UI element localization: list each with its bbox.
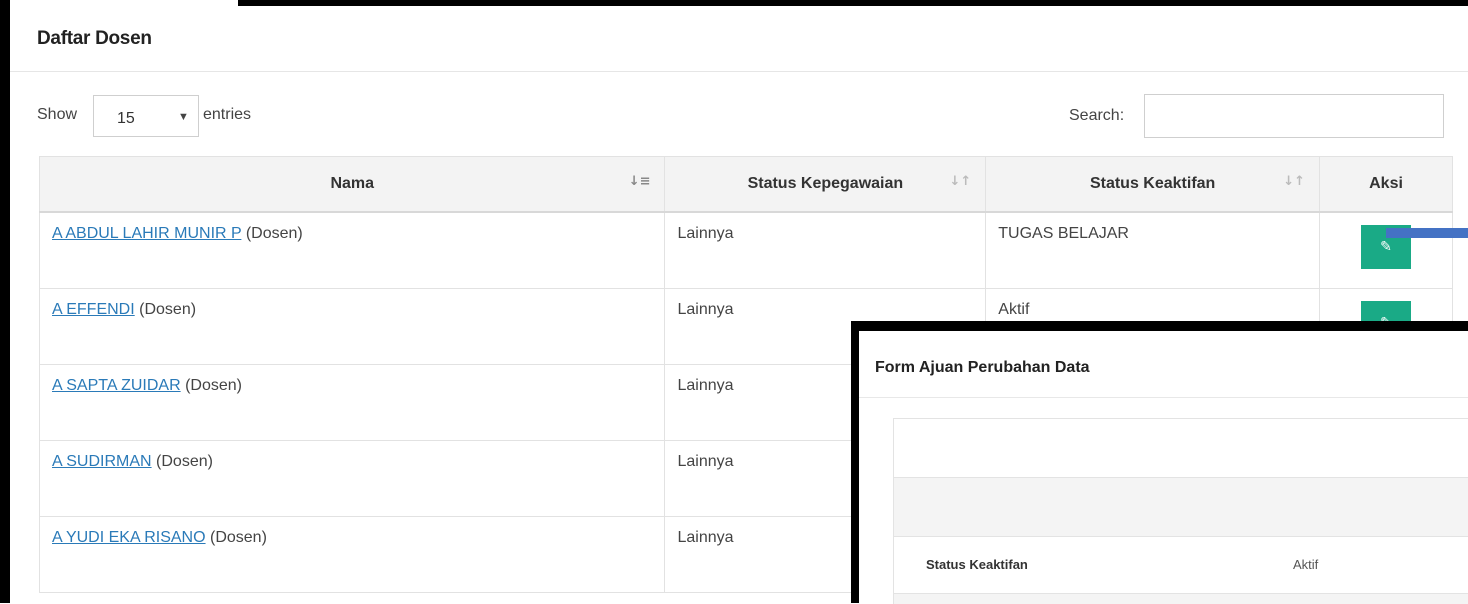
cell-nama: A ABDUL LAHIR MUNIR P (Dosen)	[38, 211, 666, 289]
cell-nama: A YUDI EKA RISANO (Dosen)	[38, 515, 666, 593]
entries-select-value: 15	[117, 110, 135, 127]
column-header-status-kepegawaian[interactable]: Status Kepegawaian ↓↑	[664, 156, 987, 213]
column-header-label: Nama	[330, 175, 375, 192]
column-header-nama[interactable]: Nama ↓≡	[38, 156, 666, 213]
column-header-label: Aksi	[1369, 175, 1403, 192]
show-label: Show	[37, 106, 78, 123]
modal-row-status-keaktifan: Status Keaktifan Aktif	[894, 537, 1468, 594]
entries-select[interactable]: 15 ▼	[93, 95, 199, 137]
entries-label: entries	[203, 106, 252, 123]
dosen-name-link[interactable]: A SUDIRMAN	[52, 453, 152, 470]
modal-header: Form Ajuan Perubahan Data	[859, 331, 1468, 398]
column-header-label: Status Keaktifan	[1089, 175, 1216, 192]
sort-ascending-icon: ↓≡	[628, 174, 651, 189]
modal-detail-table: Status Keaktifan Aktif	[893, 418, 1468, 604]
dosen-name-link[interactable]: A EFFENDI	[52, 301, 135, 318]
cell-aksi: ✎	[1319, 211, 1453, 289]
modal-field-label: Status Keaktifan	[926, 557, 1028, 572]
edit-icon: ✎	[1380, 239, 1392, 255]
cell-nama: A SUDIRMAN (Dosen)	[38, 439, 666, 517]
table-header-row: Nama ↓≡ Status Kepegawaian ↓↑ Status Kea…	[38, 156, 1453, 213]
form-ajuan-modal: Form Ajuan Perubahan Data Status Keaktif…	[859, 331, 1468, 604]
sort-icon: ↓↑	[949, 174, 972, 189]
modal-title: Form Ajuan Perubahan Data	[875, 359, 1090, 376]
dosen-name-link[interactable]: A YUDI EKA RISANO	[52, 529, 206, 546]
annotation-arrow-icon	[1386, 228, 1468, 238]
panel-title: Daftar Dosen	[37, 28, 152, 49]
dosen-role: (Dosen)	[210, 528, 267, 546]
column-header-label: Status Kepegawaian	[747, 175, 904, 192]
dosen-role: (Dosen)	[185, 376, 242, 394]
dosen-name-link[interactable]: A ABDUL LAHIR MUNIR P	[52, 225, 241, 242]
panel-header: Daftar Dosen	[10, 6, 1468, 72]
modal-field-value: Aktif	[1293, 557, 1319, 572]
search-label: Search:	[1069, 107, 1125, 124]
cell-kepegawaian: Lainnya	[664, 211, 987, 289]
dosen-role: (Dosen)	[156, 452, 213, 470]
modal-row	[894, 419, 1468, 478]
caret-down-icon: ▼	[178, 111, 189, 123]
cell-keaktifan: TUGAS BELAJAR	[985, 211, 1321, 289]
search-input[interactable]	[1144, 94, 1444, 138]
dosen-role: (Dosen)	[139, 300, 197, 318]
frame-left-border	[0, 0, 10, 603]
cell-nama: A EFFENDI (Dosen)	[38, 287, 666, 365]
modal-row	[894, 478, 1468, 537]
dosen-role: (Dosen)	[245, 225, 303, 242]
table-row: A ABDUL LAHIR MUNIR P (Dosen) Lainnya TU…	[38, 211, 1453, 289]
dosen-name-link[interactable]: A SAPTA ZUIDAR	[52, 377, 181, 394]
cell-nama: A SAPTA ZUIDAR (Dosen)	[38, 363, 666, 441]
sort-icon: ↓↑	[1283, 174, 1306, 189]
column-header-status-keaktifan[interactable]: Status Keaktifan ↓↑	[985, 156, 1321, 213]
column-header-aksi: Aksi	[1319, 156, 1453, 213]
